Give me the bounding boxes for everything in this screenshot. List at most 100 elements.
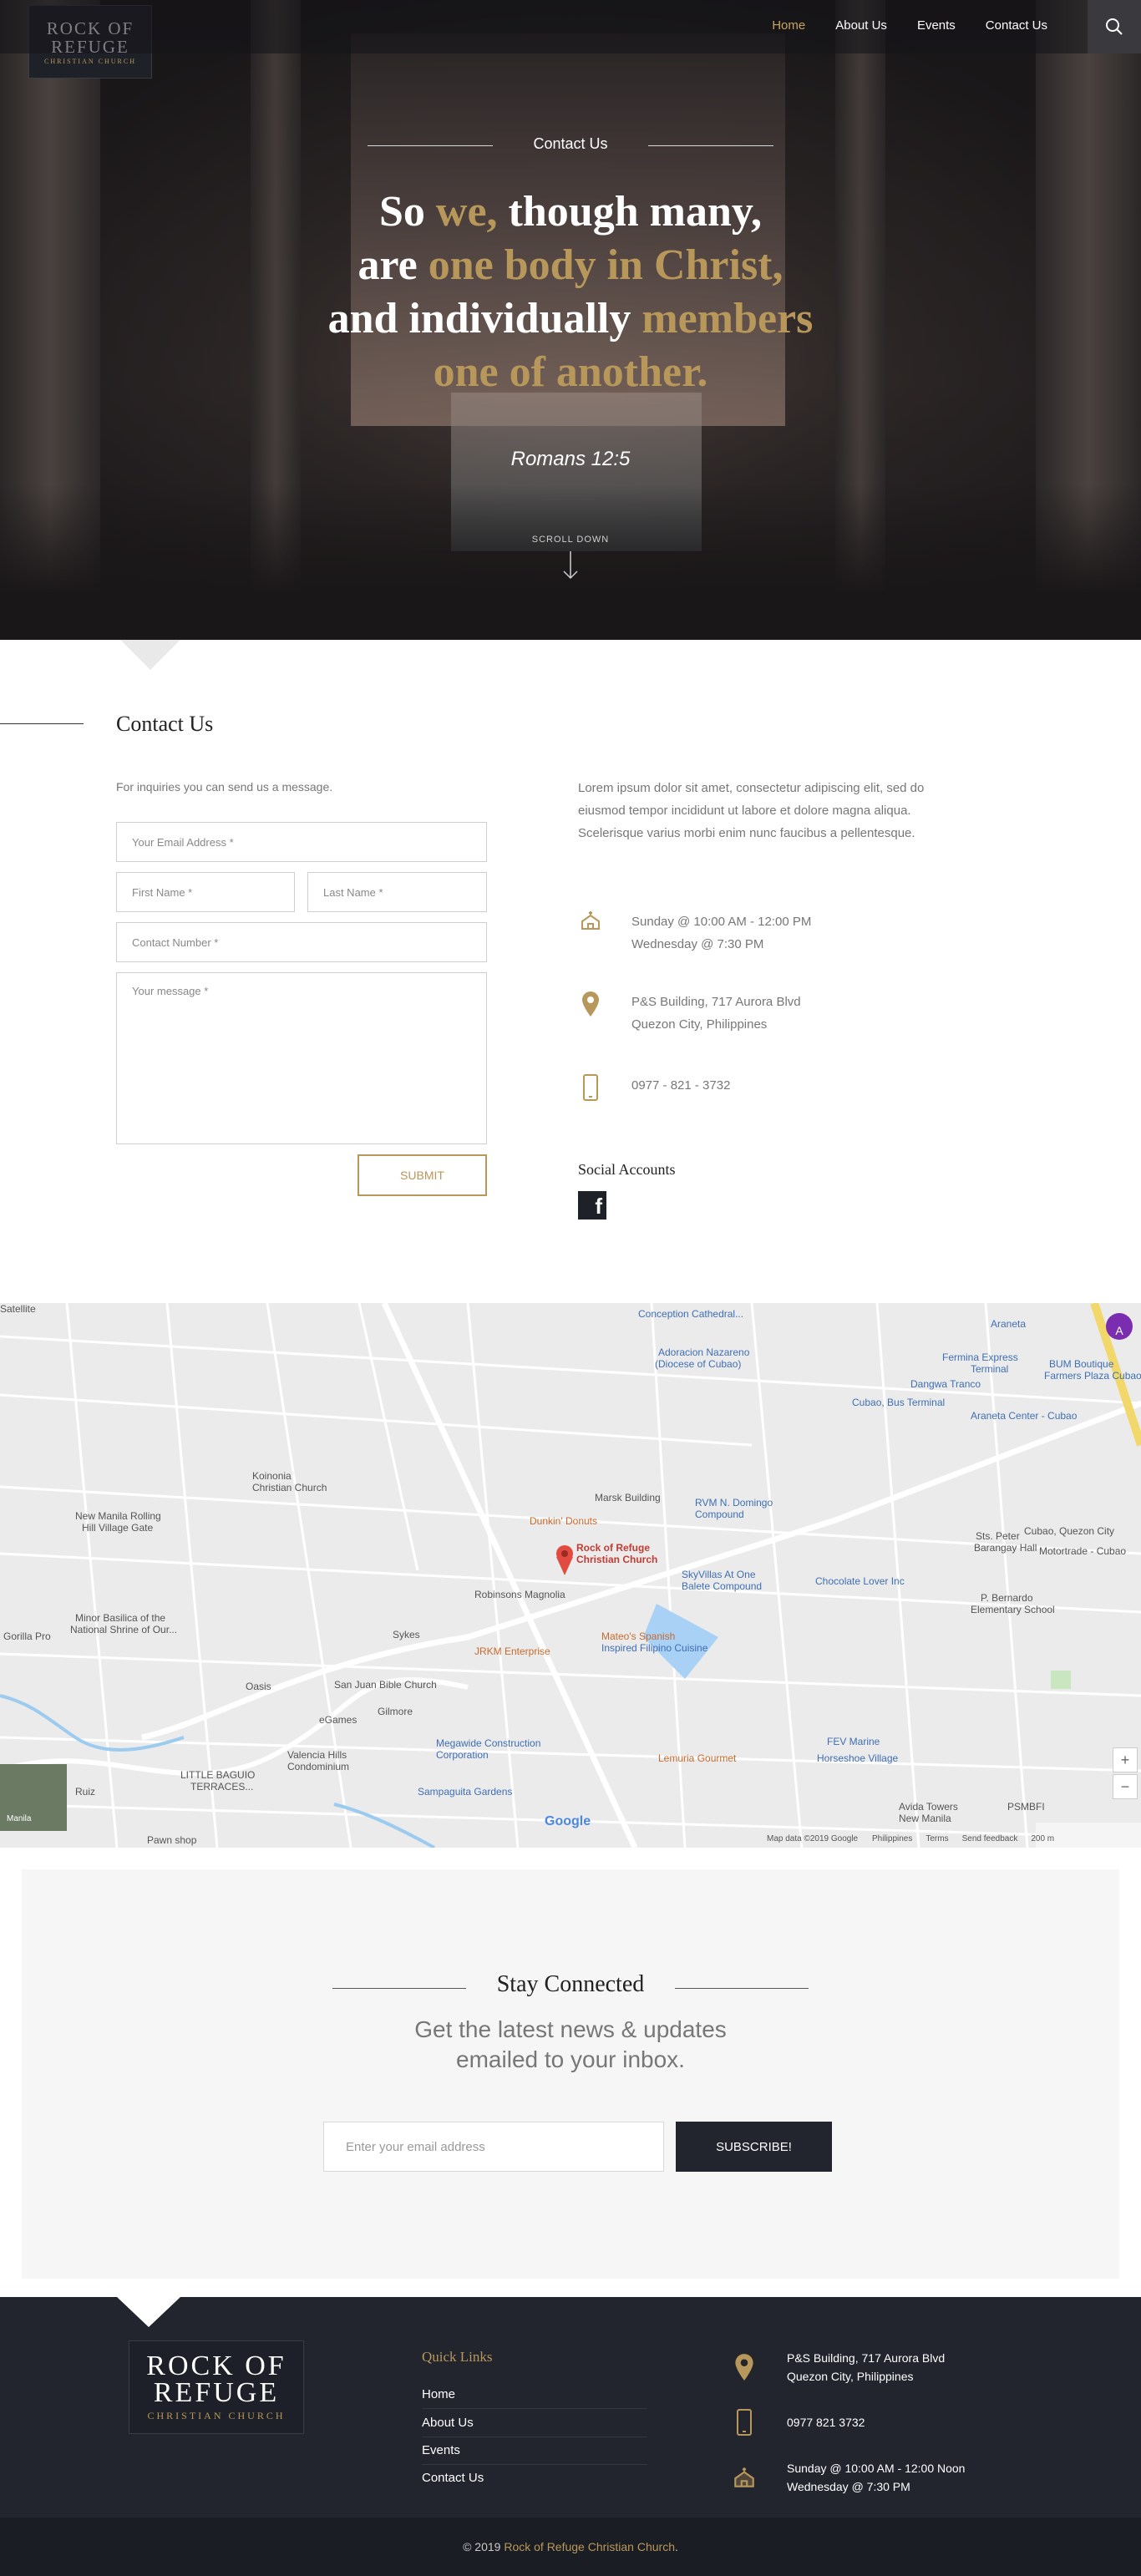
map-footer-links: Philippines Terms Send feedback 200 m [872,1834,1054,1843]
footer-schedule-line1: Sunday @ 10:00 AM - 12:00 Noon [787,2462,966,2475]
map-label[interactable]: JRKM Enterprise [474,1645,550,1657]
submit-button[interactable]: SUBMIT [358,1154,487,1196]
nav-item-about-us[interactable]: About Us [835,18,887,33]
quote-segment: though many, [497,188,762,236]
map-label[interactable]: Motortrade - Cubao [1039,1545,1126,1557]
footer-link-about[interactable]: About Us [422,2416,647,2437]
map-label[interactable]: Barangay Hall [974,1542,1037,1554]
map-label[interactable]: Corporation [436,1749,489,1761]
map-label[interactable]: Gilmore [378,1706,413,1717]
map-label[interactable]: BUM Boutique [1049,1358,1113,1370]
map-label[interactable]: Marsk Building [595,1492,661,1504]
message-field[interactable]: Your message * [116,972,487,1144]
map-label[interactable]: (Diocese of Cubao) [655,1358,741,1370]
map-label[interactable]: Condominium [287,1761,349,1772]
map-label[interactable]: Megawide Construction [436,1737,540,1749]
map-label[interactable]: Dangwa Tranco [910,1378,981,1390]
satellite-toggle-label[interactable]: Manila [7,1814,31,1823]
map-label[interactable]: Pawn shop [147,1834,196,1846]
map-label[interactable]: Sampaguita Gardens [418,1786,512,1798]
map-label[interactable]: PSMBFI [1007,1801,1045,1813]
map-label[interactable]: Cubao, Bus Terminal [852,1397,945,1408]
subscribe-button[interactable]: SUBSCRIBE! [676,2122,832,2172]
newsletter-subtitle-line: Get the latest news & updates [414,2016,727,2042]
footer-link-home[interactable]: Home [422,2387,647,2409]
map-label[interactable]: Valencia Hills [287,1749,347,1761]
map-label[interactable]: New Manila [899,1813,951,1824]
quick-links-title: Quick Links [422,2349,493,2365]
map-label[interactable]: Dunkin' Donuts [530,1515,597,1527]
map-label[interactable]: eGames [319,1714,357,1726]
newsletter-email-input[interactable]: Enter your email address [323,2122,664,2172]
copyright-brand-link[interactable]: Rock of Refuge Christian Church [504,2540,675,2553]
map-label[interactable]: New Manila Rolling [75,1510,161,1522]
map-label[interactable]: San Juan Bible Church [334,1679,437,1691]
map-label[interactable]: FEV Marine [827,1736,880,1747]
zoom-in-button[interactable]: + [1113,1747,1138,1772]
nav-item-contact-us[interactable]: Contact Us [986,18,1047,33]
quote-segment: are [358,241,429,289]
map-label[interactable]: Terminal [971,1363,1008,1375]
map-label[interactable]: Conception Cathedral... [638,1308,743,1320]
map-label[interactable]: Oasis [246,1681,271,1692]
map-label[interactable]: LITTLE BAGUIO [180,1769,255,1781]
map-label[interactable]: Sykes [393,1629,420,1640]
footer-link-contact[interactable]: Contact Us [422,2471,647,2492]
last-name-field[interactable]: Last Name * [307,872,487,912]
map-label[interactable]: Fermina Express [942,1351,1018,1363]
map-label[interactable]: Avida Towers [899,1801,958,1813]
map-label[interactable]: Balete Compound [682,1580,762,1592]
map-label[interactable]: SkyVillas At One [682,1569,756,1580]
map-label[interactable]: Cubao, Quezon City [1024,1525,1114,1537]
map-label[interactable]: Inspired Filipino Cuisine [601,1642,707,1654]
map-label[interactable]: Christian Church [252,1482,327,1493]
zoom-out-button[interactable]: − [1113,1774,1138,1799]
first-name-field[interactable]: First Name * [116,872,295,912]
map-label[interactable]: Araneta Center - Cubao [971,1410,1077,1422]
avatar[interactable]: A [1108,1320,1130,1341]
map-footer-link[interactable]: Send feedback [962,1834,1018,1843]
map-pin-icon [735,2354,753,2381]
nav-item-home[interactable]: Home [772,18,805,33]
footer-link-events[interactable]: Events [422,2443,647,2465]
map-label[interactable]: Ruiz [75,1786,95,1798]
phone-info: 0977 - 821 - 3732 [578,1074,730,1101]
map-label[interactable]: Compound [695,1509,744,1520]
map-label[interactable]: National Shrine of Our... [70,1624,177,1635]
map-pin-icon [582,991,599,1017]
map-label[interactable]: Mateo's Spanish [601,1630,675,1642]
copyright: © 2019 Rock of Refuge Christian Church. [0,2518,1141,2576]
newsletter-placeholder: Enter your email address [346,2139,485,2154]
nav-item-events[interactable]: Events [917,18,956,33]
map-label[interactable]: Chocolate Lover Inc [815,1575,905,1587]
map-label[interactable]: Elementary School [971,1604,1055,1615]
map-label[interactable]: Hill Village Gate [82,1522,153,1534]
map-label[interactable]: Farmers Plaza Cubao [1044,1370,1141,1382]
map-label[interactable]: Minor Basilica of the [75,1612,165,1624]
map-label[interactable]: Adoracion Nazareno [658,1346,749,1358]
address-line1: P&S Building, 717 Aurora Blvd [631,995,801,1009]
map-label[interactable]: Gorilla Pro [3,1630,51,1642]
map-label[interactable]: Lemuria Gourmet [658,1752,736,1764]
email-field[interactable]: Your Email Address * [116,822,487,862]
section-rule [0,723,84,724]
map-label[interactable]: Satellite [0,1303,36,1315]
map-label[interactable]: Sts. Peter [976,1530,1020,1542]
map-label[interactable]: TERRACES... [190,1781,253,1793]
map-pin-label-line: Rock of Refuge [576,1542,651,1554]
map-label[interactable]: Koinonia [252,1470,292,1482]
map-footer-link[interactable]: Terms [925,1834,948,1843]
facebook-icon[interactable]: f [578,1191,606,1220]
scroll-down[interactable]: SCROLL DOWN [0,535,1141,582]
map-label[interactable]: RVM N. Domingo [695,1497,773,1509]
map-label[interactable]: Araneta [991,1318,1026,1330]
location-map[interactable]: Rock of Refuge Christian Church Conceptio… [0,1303,1141,1848]
map-label[interactable]: Horseshoe Village [817,1752,898,1764]
map-footer-link[interactable]: Philippines [872,1834,912,1843]
contact-number-field[interactable]: Contact Number * [116,922,487,962]
map-label[interactable]: P. Bernardo [981,1592,1033,1604]
map-label[interactable]: Robinsons Magnolia [474,1589,565,1600]
search-button[interactable] [1088,0,1141,53]
message-placeholder: Your message * [132,985,209,997]
footer-logo[interactable]: ROCK OF REFUGE CHRISTIAN CHURCH [129,2340,304,2434]
